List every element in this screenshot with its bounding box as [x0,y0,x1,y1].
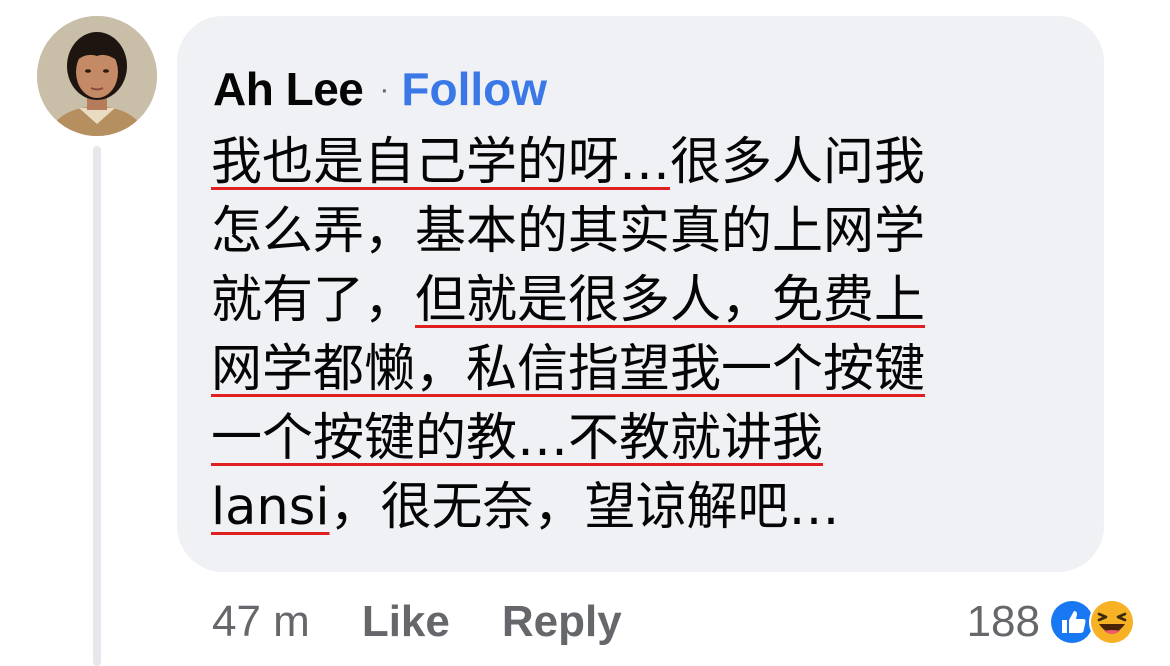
underlined-phrase: 但就是很多人，免费上 [415,271,926,330]
comment-footer: 47 m Like Reply [212,592,674,652]
underlined-phrase: 我也是自己学的呀… [211,133,671,192]
follow-button[interactable]: Follow [401,62,547,116]
reply-button[interactable]: Reply [502,597,622,647]
comment-phrase: 就有了， [211,271,416,330]
underlined-phrase: 一个按键的教…不教就讲我 [211,409,824,468]
underlined-phrase: 网学都懒，私信指望我一个按键 [211,340,926,399]
reaction-count: 188 [966,597,1040,646]
comment-line-3: 就有了，但就是很多人，免费上 [211,266,1091,335]
separator-dot: · [379,73,390,106]
comment-phrase: 很多人问我 [670,133,926,192]
avatar[interactable] [37,16,157,136]
comment-line-6: lansi，很无奈，望谅解吧… [211,473,1091,542]
comment-line-4: 网学都懒，私信指望我一个按键 [211,335,1091,404]
comment-text: 我也是自己学的呀…很多人问我 怎么弄，基本的其实真的上网学 就有了，但就是很多人… [211,128,1091,542]
timestamp[interactable]: 47 m [212,597,310,647]
avatar-photo [37,16,157,136]
underlined-phrase: lansi [211,478,330,537]
like-button[interactable]: Like [362,597,450,647]
comment-line-5: 一个按键的教…不教就讲我 [211,404,1091,473]
haha-reaction-icon [1088,598,1136,646]
thread-line [93,146,101,666]
comment-line-1: 我也是自己学的呀…很多人问我 [211,128,1091,197]
comment-phrase: ，很无奈，望谅解吧… [329,478,840,537]
comment-header: Ah Lee · Follow [213,62,547,118]
comment-line-2: 怎么弄，基本的其实真的上网学 [211,202,926,261]
author-name[interactable]: Ah Lee [213,62,364,116]
reaction-summary[interactable]: 188 [967,592,1136,652]
